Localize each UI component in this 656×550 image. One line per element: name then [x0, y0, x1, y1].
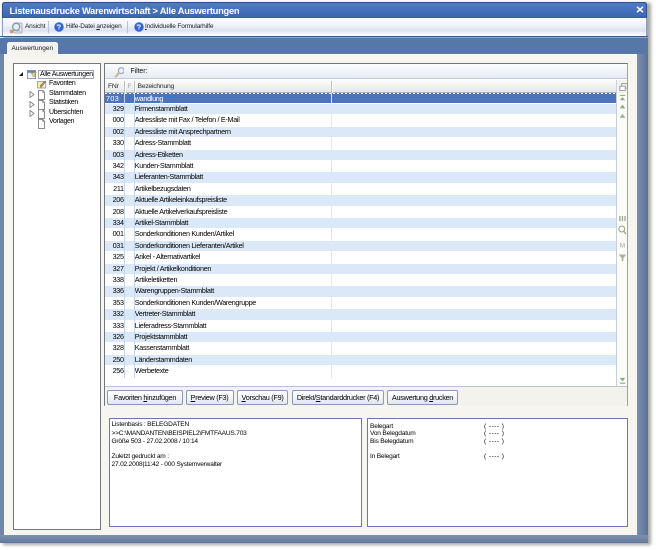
svg-text:M: M [620, 242, 625, 249]
svg-text:?: ? [137, 25, 141, 32]
svg-text:?: ? [57, 25, 61, 32]
